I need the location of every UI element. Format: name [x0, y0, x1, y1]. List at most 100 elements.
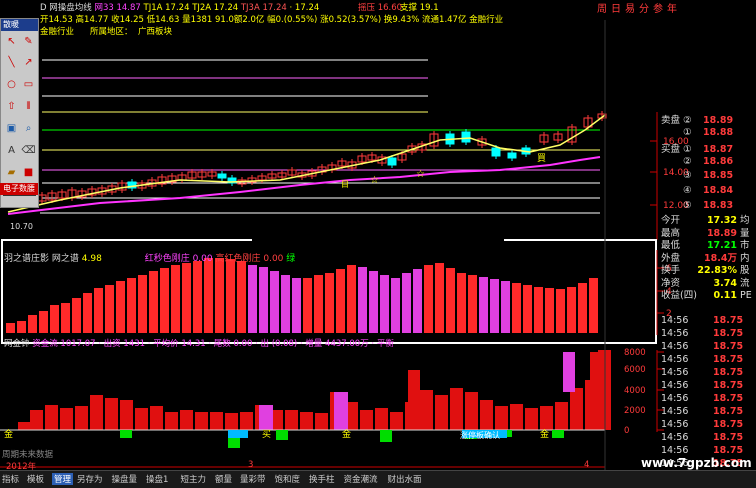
zoom-icon[interactable]: ⌕	[21, 121, 36, 136]
tick-row: 14:5618.75	[661, 393, 744, 404]
indicator1-bar	[578, 283, 587, 333]
tab-2[interactable]: 管理	[52, 473, 74, 485]
volume-bar	[285, 410, 298, 430]
tick-row: 14:5618.75	[661, 354, 744, 365]
volume-bar	[135, 408, 148, 430]
tab-7[interactable]: 额量	[215, 473, 232, 485]
tab-9[interactable]: 饱和度	[275, 473, 301, 485]
ind2-axis-label: 8000	[624, 348, 646, 358]
indicator1-frame-gap	[252, 236, 504, 244]
indicator-tab-bar: 指标 模板 管理 另存为 操盘量 操盘1 短主力 额量 量彩带 饱和度 换手柱 资金潮流 财出水面	[0, 470, 756, 488]
candle-body	[387, 157, 397, 166]
tab-8[interactable]: 量彩带	[240, 473, 266, 485]
stock-chart: 16.0014.0012.0010.70☆☆目買642金买金金涨停板确认8000…	[0, 20, 689, 470]
line-tool-icon[interactable]: ╲	[4, 55, 19, 70]
drawing-toolbar[interactable]: 散暖 ↖ ✎ ╲ ↗ ○ ▭ ⇧ ⫴ ▣ ⌕ A ⌫ ▰ ■	[0, 18, 39, 208]
volume-bar	[120, 400, 133, 430]
volume-bar	[510, 404, 523, 430]
indicator1-bar	[446, 268, 455, 333]
volume-bar	[240, 412, 253, 430]
signal-mark: 买	[262, 429, 271, 440]
tab-12[interactable]: 财出水面	[388, 473, 422, 485]
tick-row: 14:5618.75	[661, 419, 744, 430]
ray-tool-icon[interactable]: ↗	[21, 55, 36, 70]
tick-row: 14:5618.75	[661, 315, 744, 326]
order-book-row: 买盘 ① 18.87	[661, 144, 734, 156]
indicator1-bar	[358, 267, 367, 333]
indicator1-bar	[281, 275, 290, 333]
signal-mark: 金	[342, 428, 351, 440]
timeline-month-3: 3	[248, 460, 254, 470]
arrow-up-tool-icon[interactable]: ⇧	[4, 99, 19, 114]
star-marker: ☆	[416, 169, 425, 180]
volume-bar	[45, 405, 58, 430]
order-book-row: ② 18.86	[683, 155, 734, 167]
tick-row: 14:5618.75	[661, 432, 744, 443]
indicator2-status: 资金流·1017.07 · 出资 1431 · 平均价 14.31 · 尾数 0…	[32, 339, 394, 349]
tab-10[interactable]: 换手柱	[309, 473, 335, 485]
tab-4[interactable]: 操盘量	[112, 473, 138, 485]
volume-bar	[435, 395, 448, 430]
indicator1-bar	[226, 259, 235, 333]
tab-5[interactable]: 操盘1	[146, 473, 168, 485]
indicator1-bar	[556, 289, 565, 333]
candle-body	[217, 173, 227, 179]
indicator1-bar	[413, 269, 422, 333]
timeline-month-4: 4	[584, 460, 590, 470]
indicator1-bar	[336, 269, 345, 333]
image-tool-icon[interactable]: ▣	[4, 121, 19, 136]
indicator1-bar	[292, 278, 301, 333]
ind2-axis-label: 2000	[624, 406, 646, 416]
indicator1-bar	[314, 275, 323, 333]
indicator1-bar	[149, 271, 158, 333]
tab-1[interactable]: 模板	[27, 473, 44, 485]
indicator1-bar	[435, 263, 444, 333]
text-tool-icon[interactable]: A	[4, 143, 19, 158]
indicator1-bar	[490, 279, 499, 333]
buy-confirm-tag: 涨停板确认	[460, 430, 500, 440]
volume-bar	[590, 352, 604, 430]
indicator1-bar	[303, 278, 312, 333]
signal-mark: 金	[540, 428, 549, 440]
indicator1-bar	[248, 265, 257, 333]
volume-bar	[165, 412, 178, 430]
indicator1-bar	[468, 275, 477, 333]
erase-tool-icon[interactable]: ⌫	[21, 143, 36, 158]
color-swatch-icon[interactable]: ■	[21, 165, 36, 180]
candle-body	[491, 147, 501, 157]
order-book-row: 卖盘 ② 18.89	[661, 115, 734, 126]
tick-row: 14:5618.75	[661, 367, 744, 378]
tab-3[interactable]: 另存为	[77, 473, 103, 485]
indicator1-sub: 网之谱	[51, 254, 79, 264]
tab-6[interactable]: 短主力	[181, 473, 207, 485]
volume-bar	[210, 412, 223, 430]
indicator1-bar	[380, 275, 389, 333]
rect-tool-icon[interactable]: ▭	[21, 77, 36, 92]
tick-row: 14:5618.75	[661, 341, 744, 352]
order-book-row: ① 18.88	[683, 126, 734, 138]
order-book-row: ④ 18.84	[683, 185, 734, 196]
volume-bar	[570, 388, 583, 430]
folder-icon[interactable]: ▰	[4, 165, 19, 180]
indicator1-name[interactable]: 羽之谱庄影	[4, 254, 49, 264]
electronic-clock-label[interactable]: 电子数腰	[0, 183, 38, 195]
indicator1-bar	[39, 311, 48, 333]
indicator1-bar	[424, 265, 433, 333]
tab-11[interactable]: 资金潮流	[344, 473, 378, 485]
pointer-icon[interactable]: ↖	[4, 34, 19, 49]
indicator1-bar	[17, 321, 26, 333]
circle-tool-icon[interactable]: ○	[4, 77, 19, 92]
volume-bar	[375, 408, 388, 430]
indicator2-name[interactable]: 网金钟	[4, 339, 30, 349]
ind2-axis-label: 6000	[624, 365, 646, 375]
fibonacci-tool-icon[interactable]: ⫴	[21, 99, 36, 114]
indicator1-bar	[512, 283, 521, 333]
volume-bar	[195, 412, 208, 430]
volume-bar	[315, 413, 328, 430]
tick-row: 14:5618.75	[661, 406, 744, 417]
indicator1-bar	[50, 305, 59, 333]
pen-icon[interactable]: ✎	[21, 34, 36, 49]
tab-0[interactable]: 指标	[2, 473, 19, 485]
legend-item: 0.00	[192, 254, 216, 264]
candle-body	[507, 152, 517, 159]
